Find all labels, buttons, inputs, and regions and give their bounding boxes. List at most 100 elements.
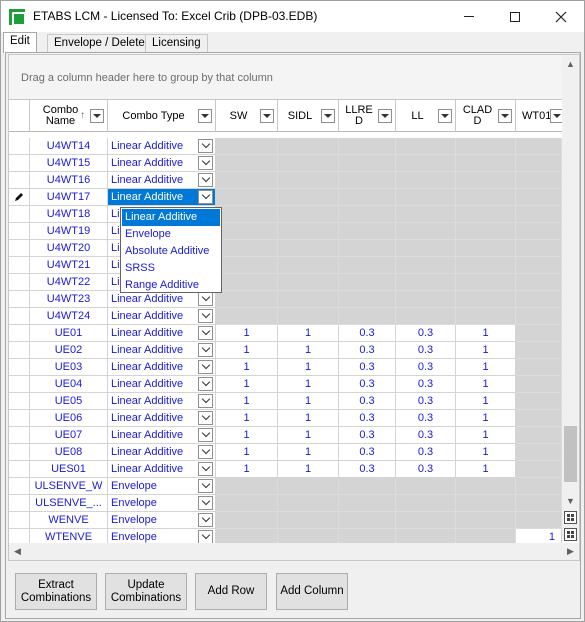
factor-cell[interactable]: 0.3 xyxy=(396,342,456,359)
factor-cell[interactable]: 0.3 xyxy=(396,359,456,376)
combo-name-cell[interactable]: WTENVE xyxy=(30,529,108,543)
factor-cell[interactable] xyxy=(216,257,278,274)
dropdown-option[interactable]: Range Additive xyxy=(122,277,220,294)
factor-cell[interactable] xyxy=(216,529,278,543)
wt01-cell[interactable] xyxy=(516,325,562,342)
factor-cell[interactable]: 0.3 xyxy=(396,410,456,427)
table-row[interactable]: U4WT18 Li xyxy=(9,206,562,223)
factor-cell[interactable] xyxy=(396,308,456,325)
scroll-left-arrow-icon[interactable]: ◀ xyxy=(9,543,26,560)
factor-cell[interactable]: 1 xyxy=(278,325,339,342)
factor-cell[interactable]: 1 xyxy=(278,342,339,359)
factor-cell[interactable]: 1 xyxy=(456,461,516,478)
wt01-cell[interactable] xyxy=(516,495,562,512)
chevron-down-icon[interactable] xyxy=(198,190,213,204)
factor-cell[interactable] xyxy=(216,308,278,325)
combo-name-cell[interactable]: UE04 xyxy=(30,376,108,393)
row-indicator[interactable] xyxy=(9,359,30,376)
factor-cell[interactable] xyxy=(456,529,516,543)
factor-cell[interactable] xyxy=(339,172,396,189)
maximize-button[interactable] xyxy=(492,1,538,32)
factor-cell[interactable] xyxy=(339,155,396,172)
combo-name-cell[interactable]: UE02 xyxy=(30,342,108,359)
factor-cell[interactable]: 1 xyxy=(456,427,516,444)
wt01-cell[interactable] xyxy=(516,478,562,495)
factor-cell[interactable]: 1 xyxy=(216,410,278,427)
factor-cell[interactable]: 0.3 xyxy=(396,427,456,444)
chevron-down-icon[interactable] xyxy=(198,445,213,459)
combo-type-cell[interactable]: Linear Additive xyxy=(108,444,216,461)
filter-cladd-button[interactable] xyxy=(498,109,512,123)
factor-cell[interactable] xyxy=(339,274,396,291)
factor-cell[interactable]: 1 xyxy=(216,376,278,393)
row-indicator[interactable] xyxy=(9,240,30,257)
table-row[interactable]: UE02 Linear Additive 1 1 0.3 0.3 1 xyxy=(9,342,562,359)
tab-licensing[interactable]: Licensing xyxy=(145,34,208,53)
wt01-cell[interactable] xyxy=(516,240,562,257)
table-row[interactable]: U4WT21 Li xyxy=(9,257,562,274)
factor-cell[interactable]: 1 xyxy=(456,325,516,342)
combo-name-cell[interactable]: U4WT18 xyxy=(30,206,108,223)
scroll-down-arrow-icon[interactable]: ▼ xyxy=(562,492,579,509)
factor-cell[interactable] xyxy=(339,138,396,155)
factor-cell[interactable] xyxy=(278,478,339,495)
chevron-down-icon[interactable] xyxy=(198,309,213,323)
row-indicator[interactable] xyxy=(9,155,30,172)
factor-cell[interactable]: 0.3 xyxy=(396,444,456,461)
wt01-cell[interactable] xyxy=(516,189,562,206)
factor-cell[interactable] xyxy=(456,138,516,155)
factor-cell[interactable] xyxy=(216,478,278,495)
factor-cell[interactable]: 1 xyxy=(216,342,278,359)
factor-cell[interactable] xyxy=(396,512,456,529)
combo-name-cell[interactable]: U4WT20 xyxy=(30,240,108,257)
factor-cell[interactable] xyxy=(278,223,339,240)
factor-cell[interactable] xyxy=(456,172,516,189)
combo-type-cell[interactable]: Linear Additive xyxy=(108,308,216,325)
combo-type-cell[interactable]: Linear Additive xyxy=(108,376,216,393)
combo-type-cell[interactable]: Linear Additive xyxy=(108,325,216,342)
factor-cell[interactable]: 0.3 xyxy=(396,461,456,478)
combo-name-cell[interactable]: UE01 xyxy=(30,325,108,342)
table-row[interactable]: U4WT16 Linear Additive xyxy=(9,172,562,189)
table-row[interactable]: U4WT14 Linear Additive xyxy=(9,138,562,155)
chevron-down-icon[interactable] xyxy=(198,513,213,527)
wt01-cell[interactable] xyxy=(516,138,562,155)
factor-cell[interactable]: 1 xyxy=(278,444,339,461)
chevron-down-icon[interactable] xyxy=(198,496,213,510)
row-indicator[interactable] xyxy=(9,444,30,461)
wt01-cell[interactable] xyxy=(516,274,562,291)
chevron-down-icon[interactable] xyxy=(198,292,213,306)
wt01-cell[interactable] xyxy=(516,427,562,444)
row-indicator[interactable] xyxy=(9,512,30,529)
factor-cell[interactable]: 1 xyxy=(216,325,278,342)
wt01-cell[interactable]: 1 xyxy=(516,529,562,543)
row-indicator[interactable] xyxy=(9,223,30,240)
table-row[interactable]: U4WT24 Linear Additive xyxy=(9,308,562,325)
factor-cell[interactable] xyxy=(456,206,516,223)
table-row[interactable]: UE04 Linear Additive 1 1 0.3 0.3 1 xyxy=(9,376,562,393)
wt01-cell[interactable] xyxy=(516,342,562,359)
factor-cell[interactable] xyxy=(339,291,396,308)
factor-cell[interactable] xyxy=(278,240,339,257)
combo-type-cell[interactable]: Linear Additive xyxy=(108,172,216,189)
combo-type-cell[interactable]: Linear Additive xyxy=(108,138,216,155)
factor-cell[interactable]: 1 xyxy=(456,444,516,461)
factor-cell[interactable]: 1 xyxy=(456,359,516,376)
group-by-area[interactable]: Drag a column header here to group by th… xyxy=(9,55,562,100)
chevron-down-icon[interactable] xyxy=(198,343,213,357)
factor-cell[interactable]: 0.3 xyxy=(396,376,456,393)
factor-cell[interactable] xyxy=(278,529,339,543)
vertical-scroll-thumb[interactable] xyxy=(564,426,577,482)
grid-layout-icon-2[interactable] xyxy=(564,528,577,541)
filter-sw-button[interactable] xyxy=(260,109,274,123)
combo-type-dropdown-list[interactable]: Linear Additive Envelope Absolute Additive… xyxy=(120,207,222,293)
factor-cell[interactable]: 0.3 xyxy=(339,376,396,393)
factor-cell[interactable]: 0.3 xyxy=(339,410,396,427)
factor-cell[interactable] xyxy=(216,240,278,257)
factor-cell[interactable]: 0.3 xyxy=(339,393,396,410)
table-row[interactable]: WENVE Envelope xyxy=(9,512,562,529)
factor-cell[interactable] xyxy=(278,155,339,172)
factor-cell[interactable] xyxy=(456,308,516,325)
row-indicator[interactable] xyxy=(9,172,30,189)
combo-name-cell[interactable]: U4WT19 xyxy=(30,223,108,240)
